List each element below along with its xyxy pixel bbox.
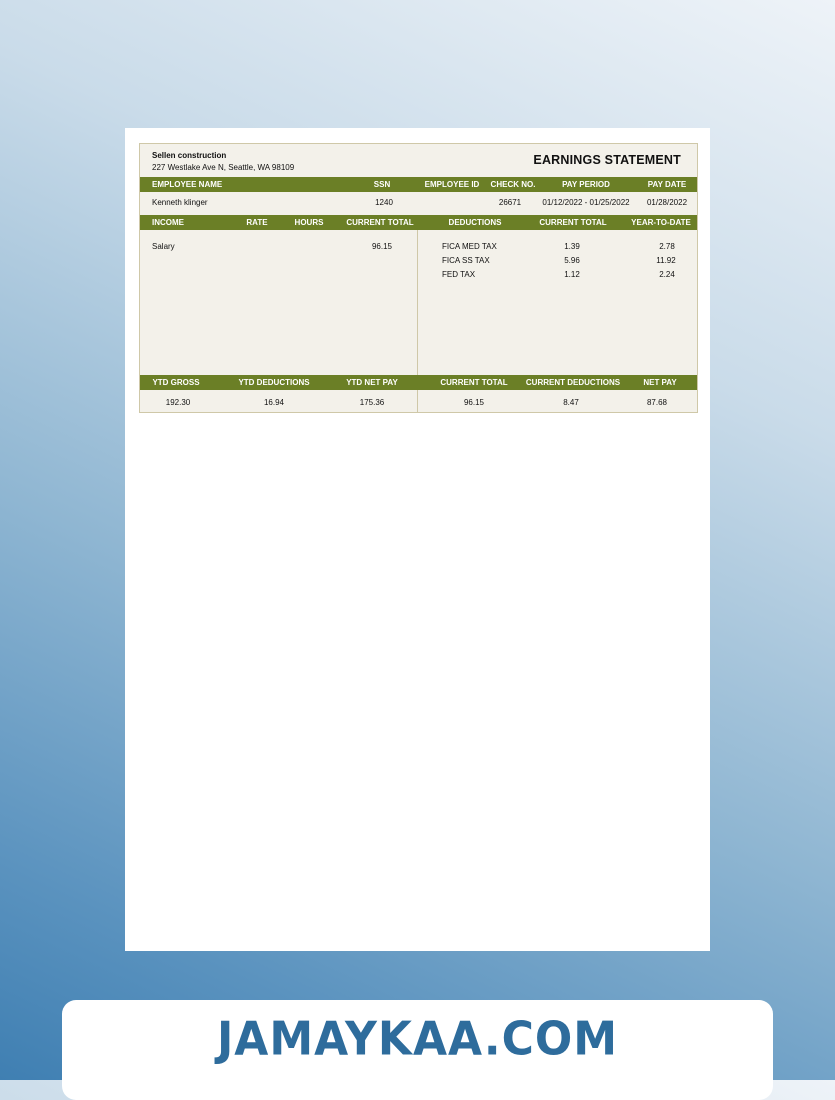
pay-date: 01/28/2022 (646, 198, 688, 207)
pay-period: 01/12/2022 - 01/25/2022 (542, 198, 630, 207)
employee-ssn: 1240 (375, 198, 393, 207)
company-name: Sellen construction (152, 151, 227, 160)
ytd-net-pay: 175.36 (359, 398, 385, 407)
company-block: Sellen construction 227 Westlake Ave N, … (152, 150, 294, 174)
net-pay: 87.68 (646, 398, 668, 407)
deduction-current-total: 1.39 (564, 242, 580, 251)
ytd-gross: 192.30 (165, 398, 191, 407)
net-pay-header: NET PAY (643, 378, 677, 387)
summary-current-total-header: CURRENT TOTAL (440, 378, 508, 387)
deduction-ytd: 2.78 (659, 242, 675, 251)
pay-date-header: PAY DATE (647, 180, 687, 189)
check-no-header: CHECK NO. (490, 180, 536, 189)
ssn-header: SSN (373, 180, 391, 189)
income-header: INCOME (152, 218, 184, 227)
ytd-deductions-header: YTD DEDUCTIONS (238, 378, 310, 387)
document-page: Sellen construction 227 Westlake Ave N, … (125, 128, 710, 951)
ytd-deductions: 16.94 (263, 398, 285, 407)
deduction-ytd: 2.24 (659, 270, 675, 279)
ytd-header: YEAR-TO-DATE (631, 218, 691, 227)
summary-header-bar: YTD GROSS YTD DEDUCTIONS YTD NET PAY CUR… (140, 375, 697, 390)
summary-current-total: 96.15 (463, 398, 485, 407)
pay-period-header: PAY PERIOD (562, 180, 610, 189)
employee-row: Kenneth klinger 1240 26671 01/12/2022 - … (140, 193, 697, 212)
watermark-banner: JAMAYKAA.COM (62, 1000, 773, 1100)
ytd-gross-header: YTD GROSS (152, 378, 200, 387)
income-current-total: 96.15 (371, 242, 393, 251)
income-deductions-header-bar: INCOME RATE HOURS CURRENT TOTAL DEDUCTIO… (140, 215, 697, 230)
employee-header-bar: EMPLOYEE NAME SSN EMPLOYEE ID CHECK NO. … (140, 177, 697, 192)
hours-header: HOURS (294, 218, 324, 227)
employee-id-header: EMPLOYEE ID (424, 180, 480, 189)
summary-row: 192.30 16.94 175.36 96.15 8.47 87.68 (140, 393, 697, 412)
deductions-current-total-header: CURRENT TOTAL (539, 218, 607, 227)
deduction-label: FICA SS TAX (442, 256, 490, 265)
income-current-total-header: CURRENT TOTAL (346, 218, 414, 227)
deduction-label: FICA MED TAX (442, 242, 497, 251)
statement-title: EARNINGS STATEMENT (533, 153, 681, 167)
deduction-label: FED TAX (442, 270, 476, 279)
company-address: 227 Westlake Ave N, Seattle, WA 98109 (152, 163, 295, 172)
employee-name: Kenneth klinger (152, 198, 208, 207)
column-divider (417, 230, 418, 375)
income-label: Salary (152, 242, 175, 251)
deduction-ytd: 11.92 (656, 256, 676, 265)
earnings-statement: Sellen construction 227 Westlake Ave N, … (139, 143, 698, 413)
rate-header: RATE (246, 218, 268, 227)
deduction-current-total: 5.96 (564, 256, 580, 265)
deductions-header: DEDUCTIONS (448, 218, 502, 227)
ytd-net-pay-header: YTD NET PAY (346, 378, 398, 387)
check-no: 26671 (498, 198, 522, 207)
current-deductions: 8.47 (563, 398, 579, 407)
employee-name-header: EMPLOYEE NAME (152, 180, 223, 189)
watermark-text: JAMAYKAA.COM (216, 1012, 619, 1067)
current-deductions-header: CURRENT DEDUCTIONS (525, 378, 621, 387)
deduction-current-total: 1.12 (564, 270, 580, 279)
